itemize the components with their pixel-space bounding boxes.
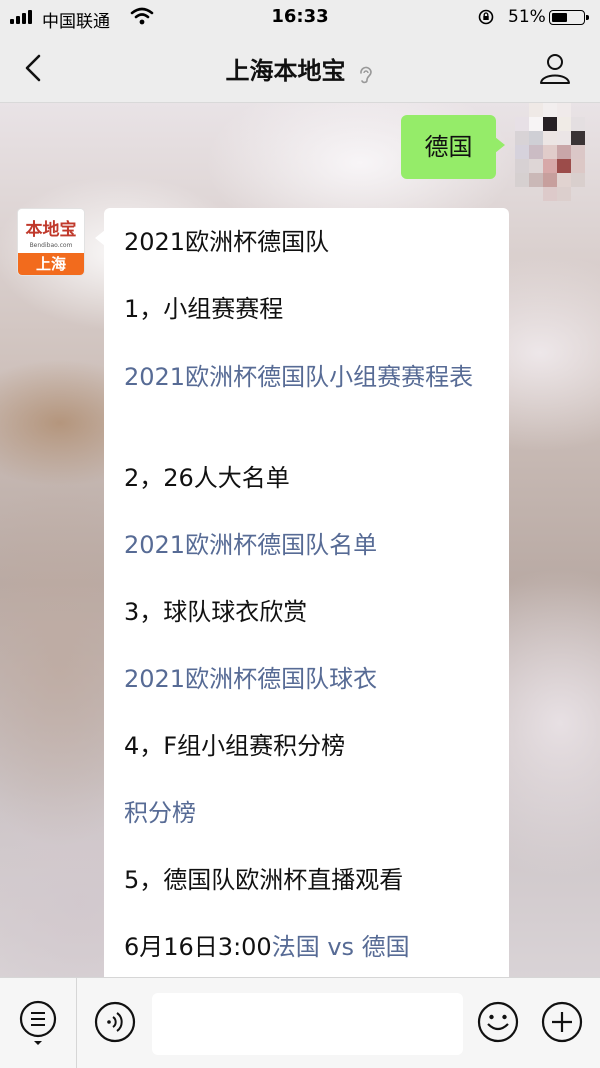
nav-bar: 上海本地宝 [0, 34, 600, 103]
menu-icon[interactable] [16, 998, 60, 1048]
status-bar: 中国联通 16:33 51% [0, 0, 600, 34]
input-bar [0, 977, 600, 1068]
ear-icon [359, 66, 372, 83]
message-line: 1，小组赛赛程 [124, 295, 284, 323]
message-line: 2，26人大名单 [124, 464, 290, 492]
logo-city-band: 上海 [18, 253, 84, 275]
sent-message-bubble[interactable]: 德国 [401, 115, 505, 179]
profile-icon[interactable] [534, 48, 576, 90]
nav-title-area: 上海本地宝 [0, 51, 600, 86]
chat-area[interactable]: 德国 本地宝 Bendibao.com 上海 2021欧洲杯德国队 1，小组赛赛… [0, 103, 600, 977]
emoji-icon[interactable] [476, 1000, 520, 1044]
message-link[interactable]: 2021欧洲杯德国队小组赛赛程表 [124, 360, 493, 394]
message-line: 4，F组小组赛积分榜 [124, 732, 346, 760]
sent-message-text: 德国 [424, 133, 473, 161]
message-link[interactable]: 积分榜 [124, 796, 493, 830]
battery-percent: 51% [508, 7, 546, 27]
logo: 本地宝 Bendibao.com [18, 209, 84, 253]
message-line: 2021欧洲杯德国队 [124, 228, 330, 256]
orientation-lock-icon [478, 9, 494, 25]
plus-icon[interactable] [540, 1000, 584, 1044]
message-input[interactable] [152, 993, 463, 1055]
voice-icon[interactable] [93, 1000, 137, 1044]
message-link[interactable]: 2021欧洲杯德国队球衣 [124, 662, 493, 696]
user-avatar[interactable] [515, 103, 585, 208]
received-message-bubble[interactable]: 2021欧洲杯德国队 1，小组赛赛程 2021欧洲杯德国队小组赛赛程表 2，26… [95, 208, 509, 977]
match-link[interactable]: 法国 vs 德国 [272, 933, 410, 961]
message-line: 3，球队球衣欣赏 [124, 598, 308, 626]
message-line: 5，德国队欧洲杯直播观看 [124, 866, 404, 894]
page-title: 上海本地宝 [225, 57, 346, 85]
match-time: 6月16日3:00 [124, 933, 272, 961]
message-link[interactable]: 2021欧洲杯德国队名单 [124, 528, 493, 562]
official-account-avatar[interactable]: 本地宝 Bendibao.com 上海 [18, 209, 84, 275]
message-line-match: 6月16日3:00法国 vs 德国 [124, 930, 493, 964]
battery-icon [549, 10, 589, 25]
divider [76, 978, 77, 1068]
